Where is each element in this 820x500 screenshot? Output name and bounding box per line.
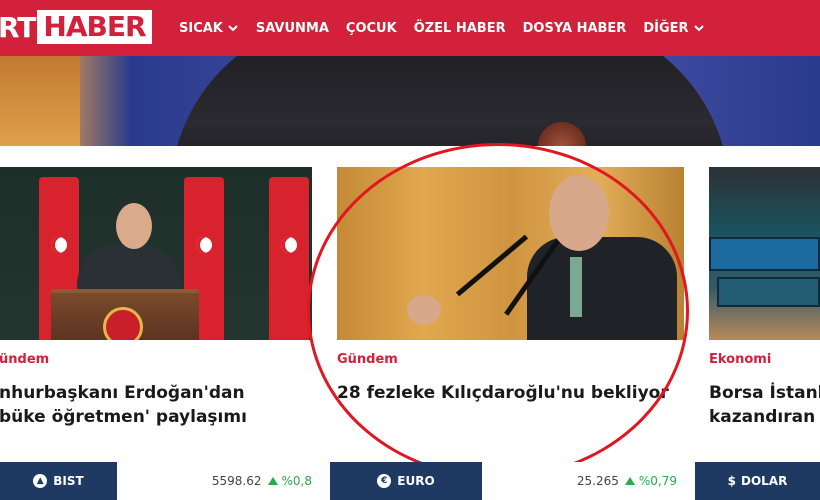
euro-icon: €	[377, 474, 392, 488]
trend-up-icon	[267, 477, 278, 485]
ticker-label-text: EURO	[397, 474, 435, 488]
hero-person-suit	[170, 56, 730, 146]
news-card-image	[709, 167, 820, 340]
news-card-category[interactable]: ündem	[0, 352, 49, 367]
speaker-head	[549, 175, 609, 251]
chevron-down-icon	[693, 25, 704, 32]
nav-item-diger[interactable]: DİĞER	[643, 21, 704, 36]
ticker-value: 5598.62	[211, 474, 262, 488]
title-line: kazandıran h	[709, 407, 820, 427]
market-ticker: ▲ BIST 5598.62 %0,8 € EURO 25.265 %0,79 …	[0, 462, 820, 500]
nav-label: DOSYA HABER	[522, 20, 627, 36]
presidential-seal	[103, 307, 143, 340]
trend-up-icon	[624, 477, 635, 485]
ticker-value-euro: 25.265 %0,79	[482, 462, 695, 500]
nav-item-ozel-haber[interactable]: ÖZEL HABER	[414, 21, 506, 36]
stock-screen	[717, 277, 820, 307]
nav-item-savunma[interactable]: SAVUNMA	[256, 21, 329, 36]
ticker-change: %0,79	[638, 474, 677, 488]
tie	[570, 257, 582, 317]
title-line: Borsa İstanb	[709, 383, 820, 403]
stock-screen	[709, 237, 820, 271]
ticker-change: %0,8	[281, 474, 313, 488]
ticker-value-bist: 5598.62 %0,8	[117, 462, 330, 500]
trt-haber-logo[interactable]: RT HABER	[0, 10, 152, 44]
news-card-image	[337, 167, 684, 340]
speaker-hand	[407, 295, 441, 325]
speaker-head	[116, 203, 152, 249]
logo-prefix: RT	[0, 10, 36, 44]
hero-left-image-part	[0, 56, 80, 146]
title-line: 28 fezleke Kılıçdaroğlu'nu bekliyor	[337, 383, 669, 403]
ticker-label-euro[interactable]: € EURO	[330, 462, 482, 500]
dollar-icon: $	[727, 474, 736, 488]
nav-label: SICAK	[179, 20, 223, 36]
title-line: nhurbaşkanı Erdoğan'dan	[0, 383, 245, 403]
nav-item-sicak[interactable]: SICAK	[179, 21, 239, 36]
news-card-title[interactable]: 28 fezleke Kılıçdaroğlu'nu bekliyor	[337, 381, 669, 405]
ticker-label-dolar[interactable]: $ DOLAR	[695, 462, 820, 500]
news-card[interactable]: ündem nhurbaşkanı Erdoğan'dan büke öğret…	[0, 167, 312, 427]
news-card-title[interactable]: Borsa İstanb kazandıran h	[709, 381, 820, 429]
nav-item-cocuk[interactable]: ÇOCUK	[346, 21, 397, 36]
ticker-label-text: BIST	[53, 474, 84, 488]
news-card[interactable]: Ekonomi Borsa İstanb kazandıran h	[709, 167, 820, 427]
top-navigation-bar: RT HABER SICAK SAVUNMA ÇOCUK ÖZEL HABER …	[0, 0, 820, 56]
news-card[interactable]: Gündem 28 fezleke Kılıçdaroğlu'nu bekliy…	[337, 167, 684, 403]
ticker-value: 25.265	[576, 474, 619, 488]
nav-label: ÇOCUK	[345, 20, 397, 36]
main-nav: SICAK SAVUNMA ÇOCUK ÖZEL HABER DOSYA HAB…	[179, 0, 722, 56]
news-card-title[interactable]: nhurbaşkanı Erdoğan'dan büke öğretmen' p…	[0, 381, 247, 429]
ticker-label-bist[interactable]: ▲ BIST	[0, 462, 117, 500]
microphone	[455, 234, 529, 297]
news-card-category[interactable]: Gündem	[337, 352, 398, 367]
news-card-category[interactable]: Ekonomi	[709, 352, 771, 367]
chevron-down-icon	[228, 25, 238, 32]
nav-label: SAVUNMA	[255, 20, 329, 36]
title-line: büke öğretmen' paylaşımı	[0, 407, 247, 427]
nav-label: ÖZEL HABER	[413, 20, 506, 36]
ticker-label-text: DOLAR	[741, 474, 788, 488]
logo-main: HABER	[37, 10, 152, 44]
nav-item-dosya-haber[interactable]: DOSYA HABER	[523, 21, 627, 36]
flag	[269, 177, 309, 340]
hero-image[interactable]	[0, 56, 820, 146]
news-card-image	[0, 167, 312, 340]
nav-label: DİĞER	[643, 20, 689, 36]
chart-icon: ▲	[33, 474, 48, 488]
